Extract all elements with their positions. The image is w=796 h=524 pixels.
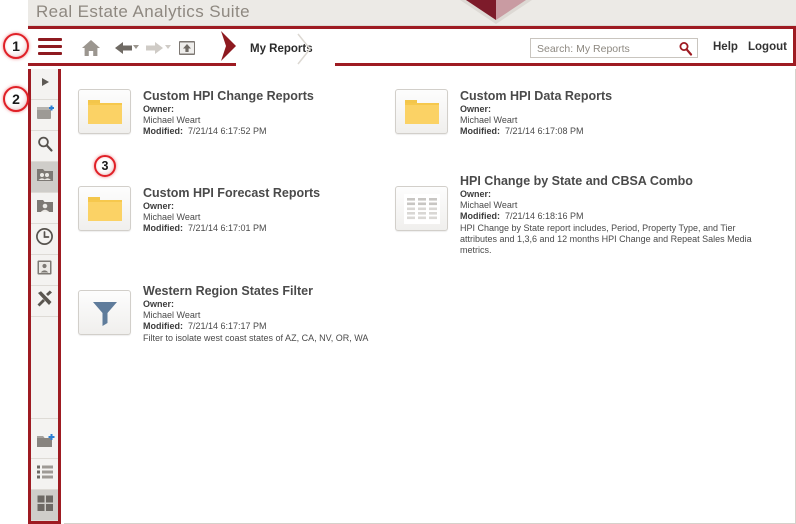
list-item-title: Custom HPI Forecast Reports	[143, 186, 321, 200]
owner-label: Owner:	[143, 201, 175, 211]
up-folder-icon[interactable]	[176, 37, 198, 59]
modified-label: Modified:	[460, 211, 500, 221]
sidebar-item-expand-panel[interactable]	[31, 69, 58, 100]
list-item-title: Custom HPI Data Reports	[460, 89, 613, 103]
folder-icon	[395, 89, 448, 134]
modified-label: Modified:	[143, 321, 183, 331]
annotation-badge-2: 2	[3, 86, 29, 112]
modified-label: Modified:	[143, 126, 183, 136]
clock-icon	[35, 227, 54, 251]
breadcrumb-tab-edge	[297, 33, 313, 65]
list-item-body: Custom HPI Data Reports Owner: Michael W…	[460, 89, 612, 137]
list-item-body: Western Region States Filter Owner: Mich…	[143, 284, 368, 344]
new-folder-icon	[35, 432, 55, 455]
forward-arrow-icon[interactable]	[144, 37, 166, 59]
owner-value: Michael Weart	[460, 200, 518, 210]
list-item[interactable]: HPI Change by State and CBSA Combo Owner…	[395, 174, 760, 256]
page-title: Real Estate Analytics Suite	[36, 2, 250, 21]
folder-icon	[78, 89, 131, 134]
sidebar-item-shared-reports[interactable]	[31, 162, 58, 193]
shared-folder-icon	[35, 166, 55, 189]
owner-label: Owner:	[143, 299, 175, 309]
magnifier-icon	[36, 135, 54, 158]
breadcrumb[interactable]: My Reports	[236, 32, 335, 66]
sidebar-item-recent[interactable]	[31, 224, 58, 255]
content-area: Custom HPI Change Reports Owner: Michael…	[64, 69, 796, 524]
sidebar-rail	[28, 69, 61, 524]
list-item-body: Custom HPI Change Reports Owner: Michael…	[143, 89, 314, 137]
search-input[interactable]	[535, 40, 663, 57]
owner-value: Michael Weart	[143, 310, 201, 320]
forward-dropdown-caret-icon[interactable]	[165, 45, 171, 49]
user-folder-icon	[35, 197, 55, 220]
modified-value: 7/21/14 6:18:16 PM	[505, 211, 584, 221]
home-icon[interactable]	[80, 37, 102, 59]
list-item[interactable]: Custom HPI Change Reports Owner: Michael…	[78, 89, 314, 137]
search-box[interactable]	[530, 38, 698, 58]
sidebar-item-new-folder[interactable]	[31, 428, 58, 459]
list-item-title: Custom HPI Change Reports	[143, 89, 314, 103]
sidebar-item-grid-view[interactable]	[31, 490, 58, 521]
funnel-filter-icon	[78, 290, 131, 335]
sidebar-item-list-view[interactable]	[31, 459, 58, 490]
owner-label: Owner:	[143, 104, 175, 114]
modified-value: 7/21/14 6:17:08 PM	[505, 126, 584, 136]
user-card-icon	[35, 258, 54, 282]
list-item-description: HPI Change by State report includes, Per…	[460, 223, 752, 255]
list-item-description: Filter to isolate west coast states of A…	[143, 333, 369, 343]
sidebar-spacer	[31, 317, 58, 419]
toolbar-band: My Reports Help Logout	[28, 26, 796, 66]
sidebar-item-subscriptions[interactable]	[31, 255, 58, 286]
list-view-icon	[36, 464, 54, 485]
grid-view-icon	[36, 494, 54, 517]
modified-value: 7/21/14 6:17:17 PM	[188, 321, 267, 331]
list-item[interactable]: Western Region States Filter Owner: Mich…	[78, 284, 368, 344]
logout-link[interactable]: Logout	[748, 41, 787, 53]
owner-label: Owner:	[460, 104, 492, 114]
list-item-body: HPI Change by State and CBSA Combo Owner…	[460, 174, 760, 256]
modified-value: 7/21/14 6:17:01 PM	[188, 223, 267, 233]
help-link[interactable]: Help	[713, 41, 738, 53]
list-item[interactable]: Custom HPI Forecast Reports Owner: Micha…	[78, 186, 320, 234]
modified-label: Modified:	[460, 126, 500, 136]
hamburger-menu-icon[interactable]	[38, 38, 62, 56]
list-item[interactable]: Custom HPI Data Reports Owner: Michael W…	[395, 89, 612, 137]
owner-label: Owner:	[460, 189, 492, 199]
modified-label: Modified:	[143, 223, 183, 233]
sidebar-item-search[interactable]	[31, 131, 58, 162]
sidebar-item-my-reports[interactable]	[31, 193, 58, 224]
list-item-title: Western Region States Filter	[143, 284, 313, 298]
report-grid-icon	[395, 186, 448, 231]
owner-value: Michael Weart	[460, 115, 518, 125]
owner-value: Michael Weart	[143, 212, 201, 222]
owner-value: Michael Weart	[143, 115, 201, 125]
play-triangle-icon	[39, 75, 51, 93]
annotation-badge-3: 3	[94, 155, 116, 177]
back-arrow-icon[interactable]	[112, 37, 134, 59]
application-window: Real Estate Analytics Suite My Reports S…	[0, 0, 796, 524]
folder-icon	[78, 186, 131, 231]
tools-wrench-icon	[35, 289, 55, 314]
new-document-icon	[35, 104, 55, 127]
sidebar-item-new-document[interactable]	[31, 100, 58, 131]
chevron-down-logo-icon	[458, 0, 534, 26]
sidebar-item-tools[interactable]	[31, 286, 58, 317]
modified-value: 7/21/14 6:17:52 PM	[188, 126, 267, 136]
masthead: Real Estate Analytics Suite	[28, 0, 796, 26]
back-dropdown-caret-icon[interactable]	[133, 45, 139, 49]
list-item-body: Custom HPI Forecast Reports Owner: Micha…	[143, 186, 320, 234]
list-item-title: HPI Change by State and CBSA Combo	[460, 174, 693, 188]
annotation-badge-1: 1	[3, 33, 29, 59]
search-icon[interactable]	[678, 41, 693, 56]
